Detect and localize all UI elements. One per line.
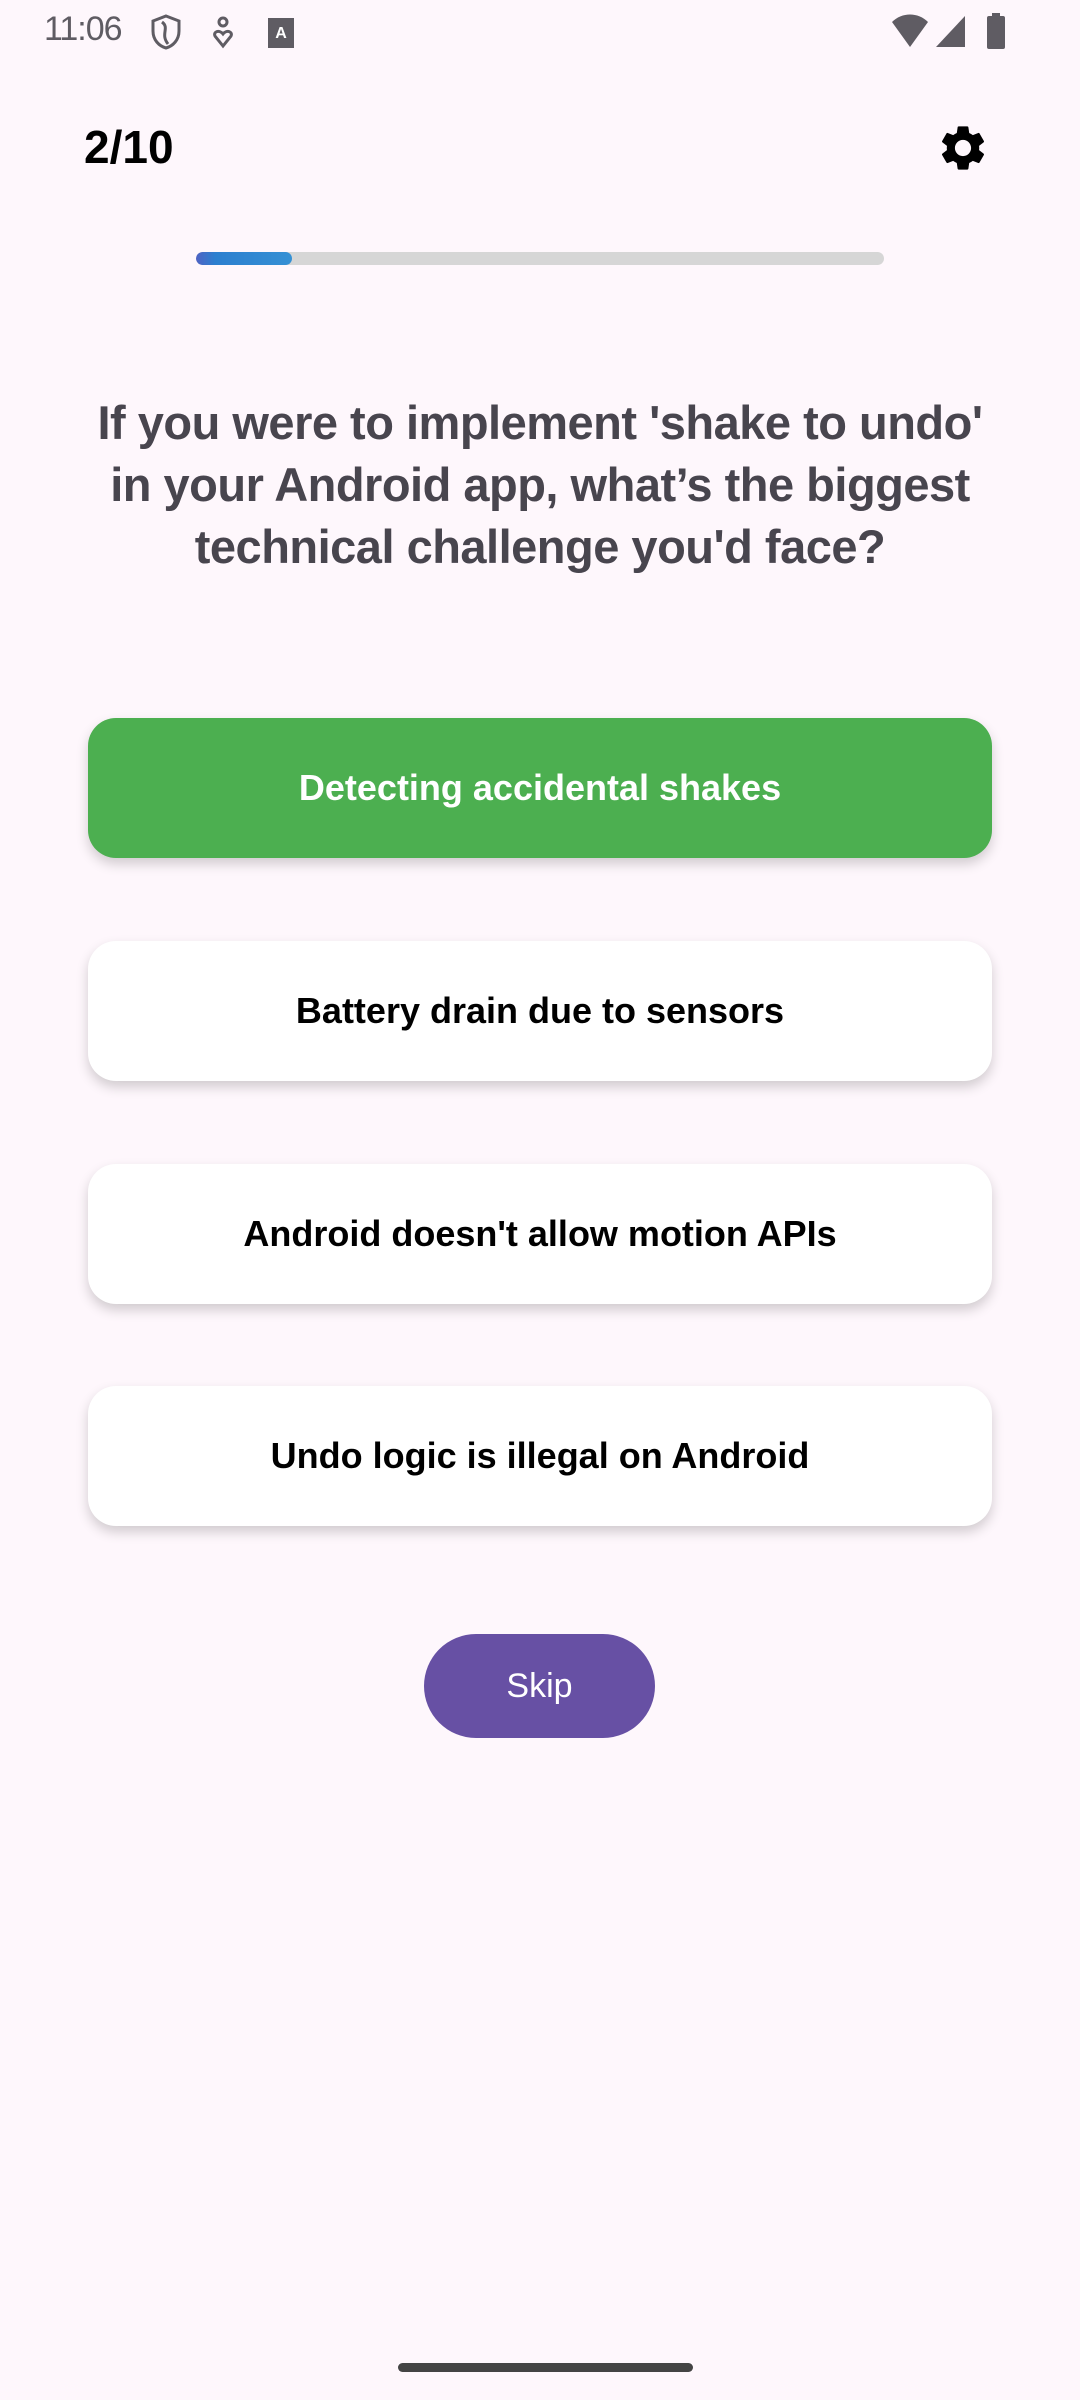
answer-option-1[interactable]: Detecting accidental shakes (88, 718, 992, 858)
svg-text:A: A (275, 25, 287, 42)
skip-button[interactable]: Skip (424, 1634, 655, 1738)
answer-label: Detecting accidental shakes (298, 767, 782, 808)
progress-bar (196, 252, 884, 265)
progress-fill (196, 252, 293, 265)
answer-label: Battery drain due to sensors (295, 990, 785, 1031)
question-line: in your Android app, what’s the biggest (110, 458, 970, 511)
status-bar: 11:06 A (0, 0, 1080, 63)
gear-icon[interactable] (936, 121, 990, 175)
question-counter: 2/10 (84, 121, 174, 173)
question-text: If you were to implement 'shake to undo'… (40, 392, 1040, 578)
question-line: If you were to implement 'shake to undo' (97, 396, 983, 449)
answer-option-2[interactable]: Battery drain due to sensors (88, 941, 992, 1081)
answer-label: Undo logic is illegal on Android (270, 1435, 810, 1476)
wifi-icon (892, 14, 928, 47)
shield-icon (151, 14, 181, 50)
accessibility-icon (213, 16, 233, 49)
question-line: technical challenge you'd face? (194, 520, 886, 573)
signal-icon (936, 16, 965, 47)
answer-label: Android doesn't allow motion APIs (243, 1213, 837, 1254)
answer-option-3[interactable]: Android doesn't allow motion APIs (88, 1164, 992, 1304)
answer-option-4[interactable]: Undo logic is illegal on Android (88, 1386, 992, 1526)
status-time: 11:06 (44, 10, 123, 48)
home-indicator[interactable] (398, 2363, 693, 2372)
battery-icon (987, 13, 1005, 49)
keyboard-a-icon: A (268, 18, 294, 48)
